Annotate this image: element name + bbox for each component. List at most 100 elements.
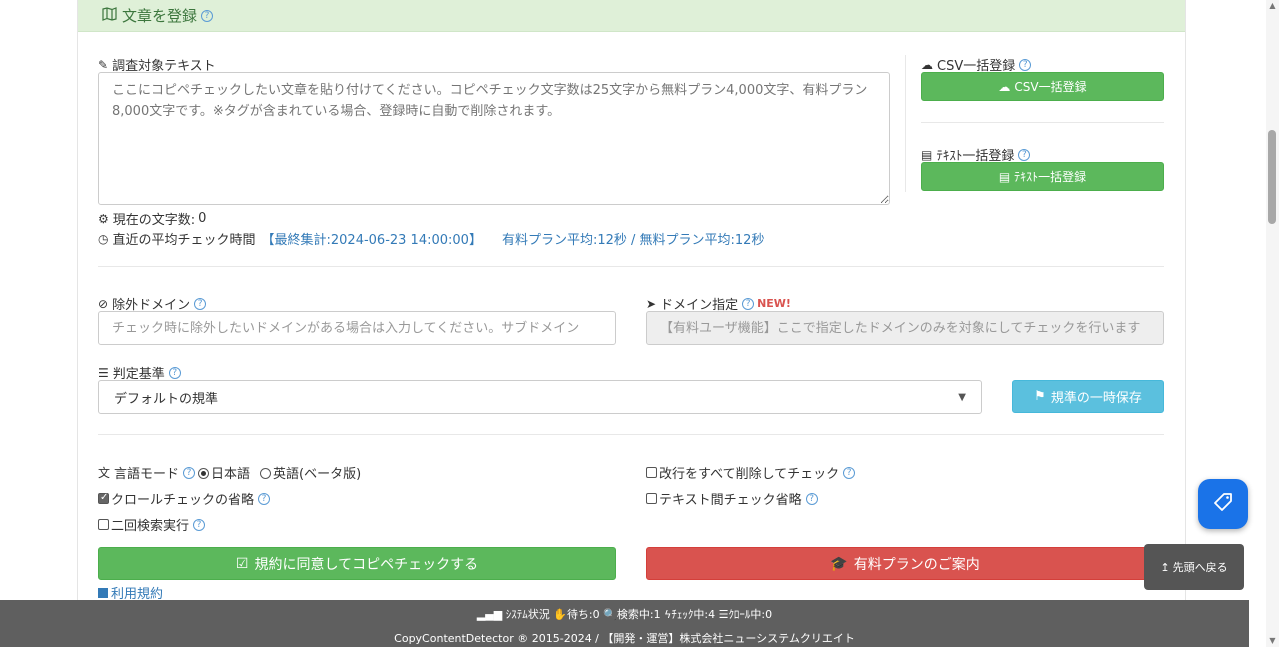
paid-plan-label: 有料プランのご案内 xyxy=(853,556,980,573)
text-bulk-button-label: ﾃｷｽﾄ一括登録 xyxy=(1014,170,1087,184)
crawling-count: 0 xyxy=(765,608,773,621)
cloud-upload-icon: ☁ xyxy=(998,79,1011,94)
checkbox-unchecked[interactable] xyxy=(646,467,657,478)
tag-icon xyxy=(1213,492,1233,517)
help-icon[interactable]: ? xyxy=(843,466,856,479)
file-icon: ▤ xyxy=(998,169,1011,184)
criteria-save-button[interactable]: ⚑ 規準の一時保存 xyxy=(1012,380,1164,413)
divider xyxy=(98,434,1164,435)
graduation-cap-icon: 🎓 xyxy=(830,555,848,572)
help-icon[interactable]: ? xyxy=(258,492,271,505)
checkbox-unchecked[interactable] xyxy=(646,493,657,504)
lang-en-label: 英語(ベータ版) xyxy=(273,467,362,482)
double-search-label: 二回検索実行 xyxy=(111,519,190,534)
tag-button[interactable] xyxy=(1198,479,1248,529)
paid-plan-button[interactable]: 🎓 有料プランのご案内 xyxy=(646,547,1164,580)
radio-checked[interactable] xyxy=(198,468,210,479)
flag-icon: ⚑ xyxy=(1034,389,1046,404)
char-count-label: 現在の文字数: xyxy=(112,213,196,228)
double-search-option[interactable]: 二回検索実行 ? xyxy=(98,515,206,534)
divider xyxy=(921,122,1164,123)
avg-time-label: 直近の平均チェック時間 xyxy=(112,233,256,248)
skip-crawl-label: クロールチェックの省略 xyxy=(111,493,255,508)
scroll-down-icon[interactable]: ▼ xyxy=(1266,635,1279,647)
new-badge: NEW! xyxy=(757,297,791,310)
radio-unchecked[interactable] xyxy=(260,468,272,479)
panel-header: 文章を登録 ? xyxy=(78,0,1185,32)
lang-mode-row: 文 言語モード ? 日本語 英語(ベータ版) xyxy=(98,463,361,482)
crawling-label: ｸﾛｰﾙ中: xyxy=(728,608,766,621)
help-icon[interactable]: ? xyxy=(1019,58,1032,71)
square-icon xyxy=(98,587,108,598)
hand-icon: ✋ xyxy=(553,608,567,621)
chevron-down-icon: ▼ xyxy=(958,391,966,403)
help-icon[interactable]: ? xyxy=(742,297,755,310)
checking-label: ﾁｪｯｸ中: xyxy=(671,608,709,621)
target-text-input[interactable] xyxy=(98,72,890,205)
file-code-icon: ▤ xyxy=(921,147,933,162)
arrow-up-icon: ↥ xyxy=(1160,560,1170,574)
scroll-up-icon[interactable]: ▲ xyxy=(1266,0,1279,12)
gears-icon: ⚙ xyxy=(98,211,109,226)
help-icon[interactable]: ? xyxy=(183,466,196,479)
back-to-top-label: 先頭へ戻る xyxy=(1172,561,1228,574)
remove-newlines-option[interactable]: 改行をすべて削除してチェック ? xyxy=(646,463,856,482)
searching-label: 検索中: xyxy=(616,608,654,621)
lang-ja-label: 日本語 xyxy=(211,467,251,482)
skip-text-compare-option[interactable]: テキスト間チェック省略 ? xyxy=(646,489,818,508)
criteria-select[interactable]: デフォルトの規準 ▼ xyxy=(98,380,982,414)
avg-time-plans: 有料プラン平均:12秒 / 無料プラン平均:12秒 xyxy=(501,233,765,248)
help-icon[interactable]: ? xyxy=(805,492,818,505)
clock-icon: ◷ xyxy=(98,231,109,246)
csv-bulk-button[interactable]: ☁ CSV一括登録 xyxy=(921,72,1164,101)
help-icon[interactable]: ? xyxy=(194,297,207,310)
skip-crawl-option[interactable]: クロールチェックの省略 ? xyxy=(98,489,271,508)
status-label: ｼｽﾃﾑ状況 xyxy=(505,608,550,621)
signal-icon: ▂▄▆ xyxy=(476,608,503,621)
scrollbar-thumb[interactable] xyxy=(1268,130,1276,224)
help-icon[interactable]: ? xyxy=(168,366,181,379)
lang-ja-option[interactable]: 日本語 xyxy=(198,463,250,482)
location-arrow-icon: ➤ xyxy=(646,296,657,311)
help-icon[interactable]: ? xyxy=(1018,148,1031,161)
waiting-label: 待ち: xyxy=(566,608,593,621)
system-status: ▂▄▆ ｼｽﾃﾑ状況 ✋待ち:0 🔍検索中:1 ϟﾁｪｯｸ中:4 ☰ｸﾛｰﾙ中:… xyxy=(0,606,1249,622)
back-to-top-button[interactable]: ↥ 先頭へ戻る xyxy=(1144,544,1244,590)
divider xyxy=(98,266,1164,267)
edit-icon: ✎ xyxy=(98,57,109,72)
database-icon: ☰ xyxy=(718,608,729,621)
skip-text-compare-label: テキスト間チェック省略 xyxy=(659,493,802,508)
agree-check-label: 規約に同意してコピペチェックする xyxy=(254,556,479,573)
searching-count: 1 xyxy=(653,608,661,621)
csv-bulk-button-label: CSV一括登録 xyxy=(1014,80,1087,94)
lang-mode-label: 言語モード xyxy=(114,467,180,482)
panel-title: 文章を登録 xyxy=(122,7,198,25)
lang-en-option[interactable]: 英語(ベータ版) xyxy=(260,463,361,482)
waiting-count: 0 xyxy=(592,608,600,621)
search-icon: 🔍 xyxy=(603,608,617,621)
map-icon xyxy=(102,6,117,25)
domain-spec-input xyxy=(646,311,1164,345)
scrollbar-track[interactable] xyxy=(1266,0,1279,647)
calendar-plus-icon: ☑ xyxy=(235,555,249,572)
checking-count: 4 xyxy=(708,608,716,621)
help-icon[interactable]: ? xyxy=(201,9,214,22)
language-icon: 文 xyxy=(98,466,111,480)
vertical-divider xyxy=(905,55,906,192)
help-icon[interactable]: ? xyxy=(193,518,206,531)
remove-newlines-label: 改行をすべて削除してチェック xyxy=(659,467,840,482)
database-icon: ☰ xyxy=(98,365,109,380)
exclude-domain-input[interactable] xyxy=(98,311,616,345)
criteria-selected: デフォルトの規準 xyxy=(114,391,219,407)
char-count-value: 0 xyxy=(198,211,207,226)
agree-check-button[interactable]: ☑ 規約に同意してコピペチェックする xyxy=(98,547,616,580)
avg-time-last-total: 【最終集計:2024-06-23 14:00:00】 xyxy=(261,233,482,248)
footer: ▂▄▆ ｼｽﾃﾑ状況 ✋待ち:0 🔍検索中:1 ϟﾁｪｯｸ中:4 ☰ｸﾛｰﾙ中:… xyxy=(0,600,1249,647)
char-count-row: ⚙ 現在の文字数: 0 xyxy=(98,209,206,228)
cloud-upload-icon: ☁ xyxy=(921,57,933,72)
ban-icon: ⊘ xyxy=(98,296,109,311)
checkbox-unchecked[interactable] xyxy=(98,519,109,530)
copyright: CopyContentDetector ® 2015-2024 / 【開発・運営… xyxy=(394,632,855,645)
checkbox-checked[interactable] xyxy=(98,492,109,504)
text-bulk-button[interactable]: ▤ ﾃｷｽﾄ一括登録 xyxy=(921,162,1164,191)
